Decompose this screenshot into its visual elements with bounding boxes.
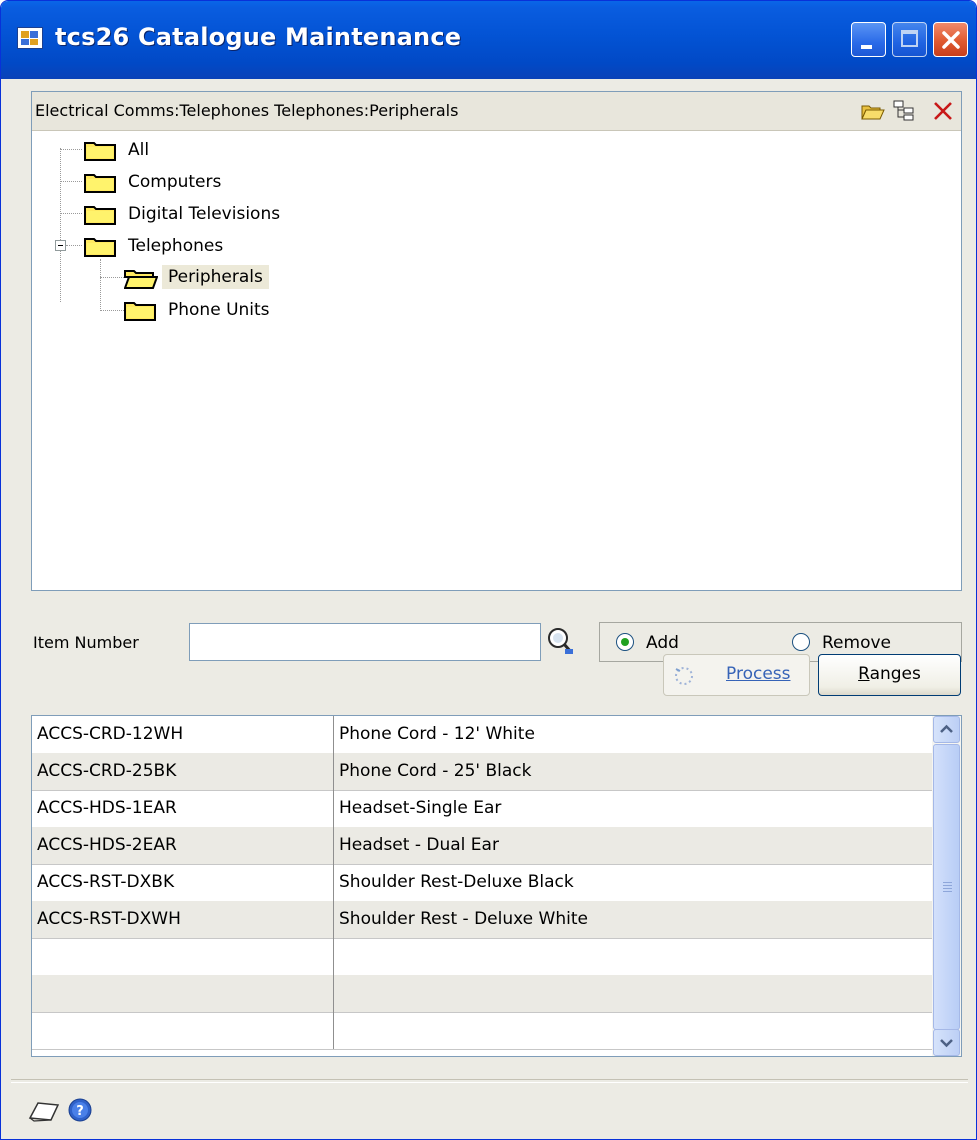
close-button[interactable]	[933, 22, 968, 57]
item-number-cell[interactable]: ACCS-CRD-25BK	[32, 753, 334, 790]
description-cell[interactable]: Headset-Single Ear	[334, 790, 932, 827]
description-cell[interactable]: Phone Cord - 12' White	[334, 716, 932, 753]
scroll-up-button[interactable]	[933, 716, 960, 743]
tree-line	[100, 310, 124, 311]
item-number-cell[interactable]: ACCS-CRD-12WH	[32, 716, 334, 753]
tree-node-label: Telephones	[128, 236, 224, 256]
tree-line	[60, 181, 82, 182]
process-icon	[675, 667, 693, 685]
maximize-button[interactable]	[892, 22, 927, 57]
description-cell[interactable]	[334, 975, 932, 1012]
item-number-cell[interactable]: ACCS-HDS-2EAR	[32, 827, 334, 864]
items-grid[interactable]: ACCS-CRD-12WH Phone Cord - 12' White ACC…	[31, 715, 962, 1057]
tree-line	[60, 149, 82, 150]
item-number-input[interactable]	[189, 623, 541, 661]
tree-line	[100, 259, 101, 311]
tree-header: Electrical Comms:Telephones Telephones:P…	[32, 92, 961, 131]
ranges-mnemonic: R	[858, 664, 870, 684]
tree-structure-icon[interactable]	[892, 100, 916, 122]
description-cell[interactable]	[334, 938, 932, 975]
table-row[interactable]: ACCS-HDS-2EAR Headset - Dual Ear	[32, 827, 932, 865]
table-row[interactable]: ACCS-RST-DXBK Shoulder Rest-Deluxe Black	[32, 864, 932, 902]
description-cell[interactable]: Shoulder Rest-Deluxe Black	[334, 864, 932, 901]
tree-line	[60, 148, 61, 302]
scroll-thumb[interactable]	[933, 744, 960, 1030]
minimize-button[interactable]	[851, 22, 886, 57]
title-bar[interactable]: tcs26 Catalogue Maintenance	[1, 1, 976, 79]
tree-line	[66, 245, 82, 246]
category-tree[interactable]: Electrical Comms:Telephones Telephones:P…	[31, 91, 962, 591]
open-folder-icon[interactable]	[860, 100, 886, 122]
folder-icon	[84, 238, 116, 257]
folder-icon	[84, 206, 116, 225]
delete-icon[interactable]	[932, 100, 954, 122]
tree-node-label: Peripherals	[162, 265, 269, 289]
process-label: rocess	[735, 664, 791, 684]
description-cell[interactable]: Phone Cord - 25' Black	[334, 753, 932, 790]
item-number-label: Item Number	[33, 633, 139, 652]
item-number-cell[interactable]: ACCS-RST-DXWH	[32, 901, 334, 938]
item-number-cell[interactable]	[32, 975, 334, 1012]
folder-icon	[84, 142, 116, 161]
remove-radio-label[interactable]: Remove	[822, 633, 891, 653]
svg-text:?: ?	[76, 1104, 84, 1119]
process-mnemonic: P	[726, 664, 736, 684]
table-row[interactable]	[32, 1012, 932, 1050]
table-row[interactable]: ACCS-RST-DXWH Shoulder Rest - Deluxe Whi…	[32, 901, 932, 939]
item-number-cell[interactable]: ACCS-RST-DXBK	[32, 864, 334, 901]
item-number-cell[interactable]: ACCS-HDS-1EAR	[32, 790, 334, 827]
item-number-cell[interactable]	[32, 938, 334, 975]
table-row[interactable]	[32, 975, 932, 1013]
ranges-button[interactable]: Ranges	[818, 654, 961, 696]
remove-radio[interactable]	[792, 633, 810, 651]
tree-node-label: Phone Units	[168, 300, 270, 320]
description-cell[interactable]: Shoulder Rest - Deluxe White	[334, 901, 932, 938]
add-radio[interactable]	[616, 633, 634, 651]
scroll-down-button[interactable]	[933, 1029, 960, 1056]
app-icon	[17, 27, 43, 49]
collapse-toggle-telephones[interactable]	[55, 240, 66, 251]
folder-icon	[84, 174, 116, 193]
ranges-label: anges	[869, 664, 921, 684]
chevron-up-icon	[940, 724, 953, 733]
vertical-scrollbar[interactable]	[932, 716, 961, 1056]
folder-icon	[124, 302, 156, 321]
note-icon[interactable]	[27, 1099, 61, 1123]
add-radio-label[interactable]: Add	[646, 633, 679, 653]
table-row[interactable]: ACCS-CRD-12WH Phone Cord - 12' White	[32, 716, 932, 754]
description-cell[interactable]: Headset - Dual Ear	[334, 827, 932, 864]
tree-node-label: Digital Televisions	[128, 204, 281, 224]
description-cell[interactable]	[334, 1012, 932, 1049]
open-folder-icon	[124, 270, 158, 289]
item-number-cell[interactable]	[32, 1012, 334, 1049]
tree-node-label: All	[128, 140, 150, 160]
table-row[interactable]: ACCS-CRD-25BK Phone Cord - 25' Black	[32, 753, 932, 791]
footer-divider	[11, 1079, 968, 1083]
process-button[interactable]: Process	[663, 654, 810, 696]
table-row[interactable]: ACCS-HDS-1EAR Headset-Single Ear	[32, 790, 932, 828]
table-row[interactable]	[32, 938, 932, 976]
catalogue-maintenance-window: tcs26 Catalogue Maintenance Electrical C…	[0, 0, 977, 1140]
category-path: Electrical Comms:Telephones Telephones:P…	[35, 101, 459, 120]
tree-line	[100, 277, 124, 278]
tree-line	[60, 213, 82, 214]
window-title: tcs26 Catalogue Maintenance	[55, 23, 462, 51]
help-icon[interactable]: ?	[67, 1097, 93, 1123]
tree-node-label: Computers	[128, 172, 222, 192]
lookup-icon[interactable]	[545, 625, 575, 657]
close-icon	[942, 31, 960, 49]
chevron-down-icon	[940, 1039, 953, 1048]
